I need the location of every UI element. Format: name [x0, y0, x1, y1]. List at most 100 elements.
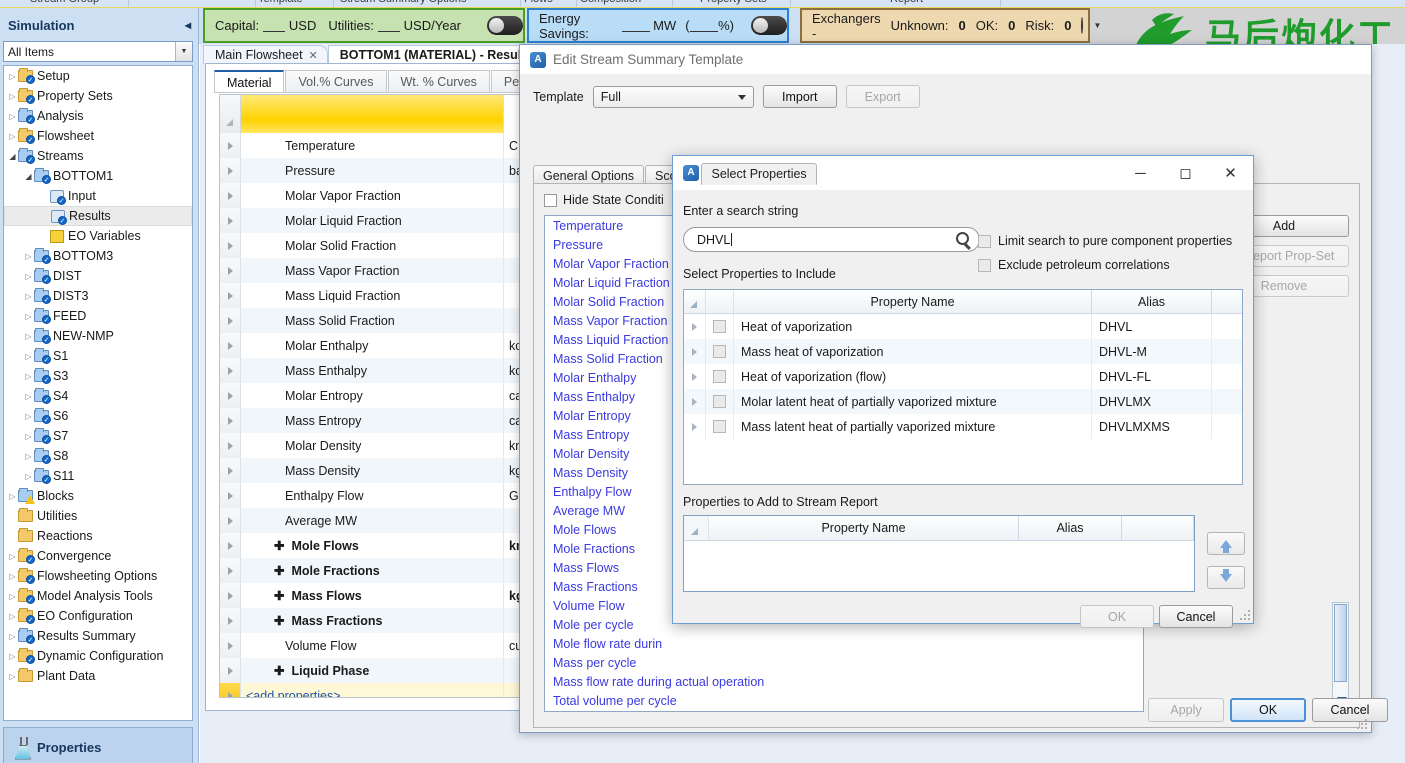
alias-column-header[interactable]: Alias	[1092, 290, 1212, 313]
energy-savings-toggle[interactable]	[751, 16, 787, 35]
sheet-tab-material[interactable]: Material	[214, 70, 285, 93]
grid-cell-property-name[interactable]: Mass Entropy	[241, 408, 504, 433]
expand-plus-icon[interactable]: ✚	[274, 563, 284, 578]
result-checkbox-cell[interactable]	[706, 414, 734, 439]
chevron-down-icon[interactable]: ◢	[7, 152, 18, 161]
energy-savings-panel[interactable]: Energy Savings: MW ( %)	[527, 8, 789, 43]
expand-plus-icon[interactable]: ✚	[274, 538, 284, 553]
result-alias[interactable]: DHVLMX	[1092, 389, 1212, 414]
resize-grip[interactable]	[1357, 719, 1368, 730]
row-expander-icon[interactable]	[220, 483, 241, 508]
tree-item-setup[interactable]: ▷ ✓ Setup	[4, 66, 192, 86]
tree-item-bottom3[interactable]: ▷ ✓ BOTTOM3	[4, 246, 192, 266]
tree-item-flowsheeting-options[interactable]: ▷ ✓ Flowsheeting Options	[4, 566, 192, 586]
tree-item-flowsheet[interactable]: ▷ ✓ Flowsheet	[4, 126, 192, 146]
chevron-right-icon[interactable]: ▷	[7, 672, 18, 681]
tree-item-s6[interactable]: ▷ ✓ S6	[4, 406, 192, 426]
row-expander-icon[interactable]	[220, 308, 241, 333]
chevron-right-icon[interactable]: ▷	[23, 352, 34, 361]
find-ok-button[interactable]: OK	[1080, 605, 1154, 628]
properties-env-button[interactable]: Properties	[3, 727, 193, 763]
ok-button[interactable]: OK	[1230, 698, 1306, 722]
expand-plus-icon[interactable]: ✚	[274, 663, 284, 678]
row-expander-icon[interactable]	[220, 558, 241, 583]
result-property-name[interactable]: Molar latent heat of partially vaporized…	[734, 389, 1092, 414]
tree-item-s4[interactable]: ▷ ✓ S4	[4, 386, 192, 406]
row-expander-icon[interactable]	[220, 133, 241, 158]
tree-item-plant-data[interactable]: ▷ Plant Data	[4, 666, 192, 686]
search-results-grid[interactable]: Property Name Alias Heat of vaporization…	[683, 289, 1243, 485]
grid-cell-property-name[interactable]: Mass Liquid Fraction	[241, 283, 504, 308]
grid-cell-property-name[interactable]: Mass Enthalpy	[241, 358, 504, 383]
chevron-down-icon[interactable]	[737, 94, 746, 100]
grid-cell-property-name[interactable]: Temperature	[241, 133, 504, 158]
tree-item-utilities[interactable]: ▷Utilities	[4, 506, 192, 526]
result-alias[interactable]: DHVL-M	[1092, 339, 1212, 364]
resize-grip[interactable]	[1240, 610, 1251, 621]
grid-select-all-corner[interactable]	[220, 95, 241, 133]
apply-button[interactable]: Apply	[1148, 698, 1224, 722]
chevron-right-icon[interactable]: ▷	[23, 392, 34, 401]
limit-pure-component-checkbox[interactable]	[978, 234, 991, 248]
result-alias[interactable]: DHVL-FL	[1092, 364, 1212, 389]
tree-item-eo-configuration[interactable]: ▷ ✓ EO Configuration	[4, 606, 192, 626]
tree-item-property-sets[interactable]: ▷ ✓ Property Sets	[4, 86, 192, 106]
chevron-right-icon[interactable]: ▷	[7, 592, 18, 601]
grid-cell-property-name[interactable]: Molar Liquid Fraction	[241, 208, 504, 233]
result-checkbox[interactable]	[713, 345, 726, 358]
grid-cell-property-name[interactable]: Enthalpy Flow	[241, 483, 504, 508]
close-icon[interactable]: ✕	[309, 49, 318, 62]
search-result-row[interactable]: Mass heat of vaporization DHVL-M	[684, 339, 1242, 364]
result-alias[interactable]: DHVLMXMS	[1092, 414, 1212, 439]
close-icon[interactable]: ✕	[1208, 156, 1253, 190]
tree-item-model-analysis-tools[interactable]: ▷ ✓ Model Analysis Tools	[4, 586, 192, 606]
row-expander-icon[interactable]	[220, 533, 241, 558]
tree-item-bottom1[interactable]: ◢ ✓ BOTTOM1	[4, 166, 192, 186]
grid-cell-property-name[interactable]: ✚ Mole Fractions	[241, 558, 504, 583]
tree-item-streams[interactable]: ◢ ✓ Streams	[4, 146, 192, 166]
economics-toggle[interactable]	[487, 16, 523, 35]
grid-cell-property-name[interactable]: Mass Vapor Fraction	[241, 258, 504, 283]
tree-item-dynamic-configuration[interactable]: ▷ ✓ Dynamic Configuration	[4, 646, 192, 666]
cancel-button[interactable]: Cancel	[1312, 698, 1388, 722]
move-up-button[interactable]	[1207, 532, 1245, 555]
document-tab-1[interactable]: BOTTOM1 (MATERIAL) - Results (	[327, 45, 550, 64]
chevron-right-icon[interactable]: ▷	[23, 272, 34, 281]
tree-item-convergence[interactable]: ▷ ✓ Convergence	[4, 546, 192, 566]
chevron-right-icon[interactable]: ▷	[7, 572, 18, 581]
collapse-panel-icon[interactable]: ◂	[185, 18, 191, 32]
tree-item-s11[interactable]: ▷ ✓ S11	[4, 466, 192, 486]
row-expander-icon[interactable]	[220, 433, 241, 458]
sheet-tab-wt-curves[interactable]: Wt. % Curves	[387, 70, 490, 93]
chevron-right-icon[interactable]: ▷	[23, 312, 34, 321]
tree-item-s1[interactable]: ▷ ✓ S1	[4, 346, 192, 366]
result-checkbox[interactable]	[713, 395, 726, 408]
grid-cell-property-name[interactable]: ✚ Liquid Phase	[241, 658, 504, 683]
chevron-right-icon[interactable]: ▷	[7, 652, 18, 661]
row-expander-icon[interactable]	[684, 364, 706, 389]
tree-item-blocks[interactable]: ▷ Blocks	[4, 486, 192, 506]
result-property-name[interactable]: Mass latent heat of partially vaporized …	[734, 414, 1092, 439]
grid-cell-property-name[interactable]: Molar Enthalpy	[241, 333, 504, 358]
result-checkbox[interactable]	[713, 370, 726, 383]
chevron-down-icon[interactable]: ◢	[23, 172, 34, 181]
chevron-right-icon[interactable]: ▷	[23, 472, 34, 481]
chevron-right-icon[interactable]: ▷	[23, 452, 34, 461]
tree-item-analysis[interactable]: ▷ ✓ Analysis	[4, 106, 192, 126]
expand-plus-icon[interactable]: ✚	[274, 613, 284, 628]
tree-item-s7[interactable]: ▷ ✓ S7	[4, 426, 192, 446]
row-expander-icon[interactable]	[220, 633, 241, 658]
result-checkbox[interactable]	[713, 420, 726, 433]
grid-header-name-cell[interactable]	[241, 95, 504, 133]
row-expander-icon[interactable]	[220, 658, 241, 683]
row-expander-icon[interactable]	[220, 583, 241, 608]
tree-item-results-summary[interactable]: ▷ ✓ Results Summary	[4, 626, 192, 646]
row-expander-icon[interactable]	[684, 414, 706, 439]
export-button[interactable]: Export	[845, 85, 920, 108]
grid-cell-property-name[interactable]: ✚ Mass Fractions	[241, 608, 504, 633]
property-name-column-header[interactable]: Property Name	[734, 290, 1092, 313]
select-all-corner[interactable]	[684, 290, 706, 313]
grid-cell-property-name[interactable]: Pressure	[241, 158, 504, 183]
row-expander-icon[interactable]	[220, 508, 241, 533]
chevron-right-icon[interactable]: ▷	[7, 552, 18, 561]
